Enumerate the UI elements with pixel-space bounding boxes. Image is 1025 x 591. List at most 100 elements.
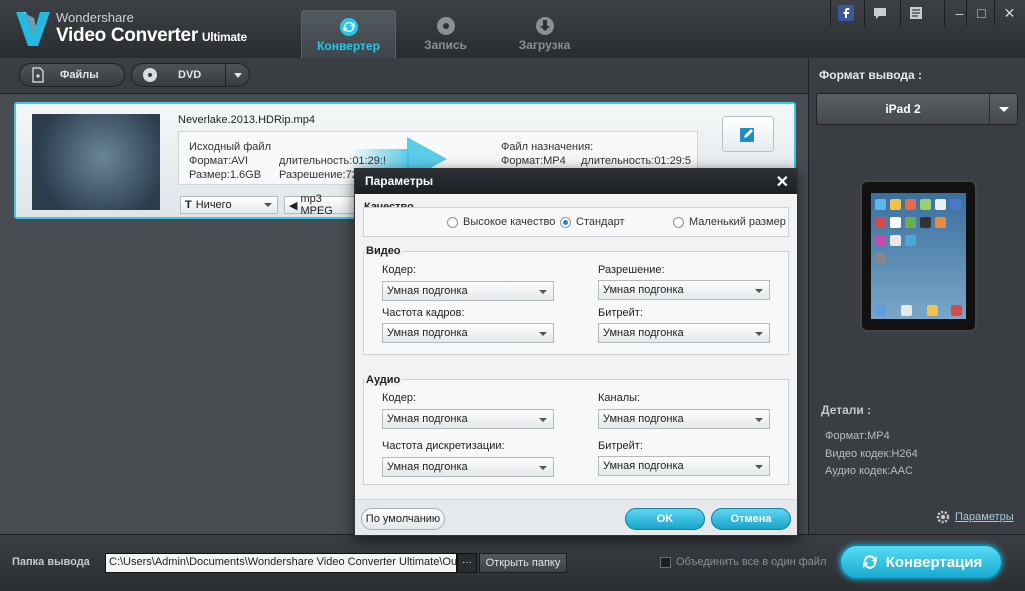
tab-burn[interactable]: Запись [398, 10, 493, 58]
add-files-button[interactable]: Файлы [19, 63, 125, 87]
audio-samplerate-label: Частота дискретизации: [382, 440, 505, 452]
app-icon [905, 217, 916, 228]
ok-button[interactable]: OK [625, 508, 705, 530]
brand-main-text: Video Converter Ultimate [56, 25, 247, 47]
video-resolution-value: Умная подгонка [603, 284, 684, 296]
app-icon [950, 199, 961, 210]
audio-samplerate-select[interactable]: Умная подгонка [382, 457, 554, 477]
app-icon [905, 199, 916, 210]
add-files-label: Файлы [60, 69, 99, 81]
tab-download-label: Загрузка [518, 38, 571, 52]
audio-channels-value: Умная подгонка [603, 413, 684, 425]
audio-encoder-label: Кодер: [382, 392, 416, 404]
source-resolution: Разрешение:72 [279, 169, 358, 181]
audio-track-select[interactable]: ◀ mp3 MPEG [284, 193, 356, 217]
chat-icon [873, 8, 886, 19]
video-encoder-select[interactable]: Умная подгонка [382, 281, 554, 301]
output-format-panel: Формат вывода : iPad 2 Детали: Формат:M… [808, 58, 1025, 534]
merge-checkbox[interactable] [660, 557, 671, 568]
source-title: Исходный файл [189, 141, 271, 153]
quality-standard-radio[interactable]: Стандарт [560, 216, 625, 228]
chevron-down-icon [755, 289, 763, 293]
app-icon [875, 217, 886, 228]
close-window-button[interactable]: ✕ [994, 0, 1024, 26]
device-screen [871, 193, 966, 319]
dest-format: Формат:MP4 [501, 155, 566, 167]
app-icon [890, 235, 901, 246]
quality-standard-label: Стандарт [576, 216, 625, 228]
app-icon [935, 217, 946, 228]
video-bitrate-select[interactable]: Умная подгонка [598, 323, 770, 343]
app-icon [875, 199, 886, 210]
dvd-dropdown-arrow[interactable] [225, 64, 249, 86]
brand-product-name: Video Converter [56, 25, 198, 46]
load-dvd-button[interactable]: DVD [131, 63, 250, 87]
video-title: Видео [364, 245, 403, 257]
chevron-down-icon [539, 290, 547, 294]
feedback-button[interactable] [864, 0, 894, 26]
toolbar: Файлы DVD [0, 58, 808, 94]
parameters-link[interactable]: Параметры [955, 511, 1014, 523]
text-icon: T [185, 199, 192, 211]
subtitle-select[interactable]: T Ничего [180, 196, 278, 214]
default-button[interactable]: По умолчанию [361, 508, 445, 530]
app-icon [875, 253, 886, 264]
cancel-button[interactable]: Отмена [711, 508, 791, 530]
audio-channels-select[interactable]: Умная подгонка [598, 409, 770, 429]
quality-high-radio[interactable]: Высокое качество [447, 216, 555, 228]
video-framerate-select[interactable]: Умная подгонка [382, 323, 554, 343]
chevron-down-icon [755, 332, 763, 336]
open-folder-button[interactable]: Открыть папку [479, 553, 567, 573]
wondershare-logo-icon [16, 12, 50, 46]
output-path-field[interactable]: C:\Users\Admin\Documents\Wondershare Vid… [105, 553, 457, 573]
tab-burn-label: Запись [424, 38, 467, 52]
edit-icon [740, 128, 754, 142]
chevron-down-icon [539, 466, 547, 470]
source-size: Размер:1.6GB [189, 169, 262, 181]
video-resolution-select[interactable]: Умная подгонка [598, 280, 770, 300]
audio-title: Аудио [364, 374, 403, 386]
browse-button[interactable]: ··· [457, 553, 477, 573]
tab-converter-label: Конвертер [317, 39, 380, 53]
facebook-button[interactable] [830, 0, 860, 26]
video-bitrate-value: Умная подгонка [603, 327, 684, 339]
disc-icon [436, 17, 455, 35]
register-button[interactable] [900, 0, 930, 26]
details-format: Формат:MP4 [825, 430, 890, 442]
audio-bitrate-select[interactable]: Умная подгонка [598, 456, 770, 476]
chevron-down-icon [755, 418, 763, 422]
audio-encoder-select[interactable]: Умная подгонка [382, 409, 554, 429]
convert-label: Конвертация [885, 553, 983, 571]
source-duration: длительность:01:29:! [279, 155, 386, 167]
video-framerate-label: Частота кадров: [382, 307, 465, 319]
dialog-title: Параметры [365, 174, 434, 188]
output-format-title: Формат вывода : [819, 68, 922, 82]
merge-label: Объединить все в один файл [676, 556, 827, 568]
app-icon [927, 305, 938, 316]
file-name: Neverlake.2013.HDRip.mp4 [178, 114, 315, 126]
format-dropdown-arrow[interactable] [989, 94, 1017, 124]
chevron-down-icon [264, 203, 272, 207]
tab-download[interactable]: Загрузка [497, 10, 592, 58]
add-file-icon [32, 67, 44, 83]
edit-button[interactable] [722, 116, 774, 152]
details-title: Детали : [821, 403, 872, 417]
app-icon [920, 217, 931, 228]
audio-bitrate-value: Умная подгонка [603, 460, 684, 472]
maximize-button[interactable]: □ [966, 0, 996, 26]
video-bitrate-label: Битрейт: [598, 307, 643, 319]
bottom-bar: Папка вывода C:\Users\Admin\Documents\Wo… [0, 534, 1025, 591]
tab-converter[interactable]: Конвертер [301, 10, 396, 58]
convert-button[interactable]: Конвертация [839, 544, 1003, 580]
download-icon [535, 17, 554, 35]
dialog-close-icon[interactable]: ✕ [776, 172, 789, 192]
close-icon: ✕ [1003, 4, 1016, 21]
convert-icon [339, 18, 358, 36]
output-format-select[interactable]: iPad 2 [816, 93, 1018, 125]
quality-small-radio[interactable]: Маленький размер [673, 216, 786, 228]
chevron-down-icon [539, 418, 547, 422]
output-format-value: iPad 2 [885, 102, 921, 116]
app-icon [875, 305, 886, 316]
audio-track-value: mp3 MPEG [300, 193, 333, 217]
audio-channels-label: Каналы: [598, 392, 641, 404]
